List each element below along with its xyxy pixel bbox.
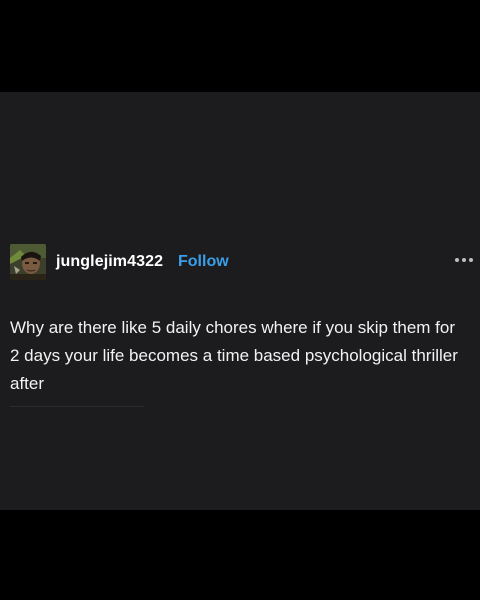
more-options-button[interactable] bbox=[454, 250, 474, 270]
post-card: junglejim4322 Follow Why are there like … bbox=[0, 92, 480, 510]
divider bbox=[10, 406, 144, 407]
username[interactable]: junglejim4322 bbox=[56, 253, 163, 271]
avatar[interactable] bbox=[10, 244, 46, 280]
more-options-icon bbox=[455, 258, 473, 262]
post-header: junglejim4322 Follow bbox=[10, 244, 474, 280]
avatar-photo-icon bbox=[10, 244, 46, 280]
post-body-text: Why are there like 5 daily chores where … bbox=[10, 318, 458, 393]
follow-button[interactable]: Follow bbox=[178, 253, 229, 271]
